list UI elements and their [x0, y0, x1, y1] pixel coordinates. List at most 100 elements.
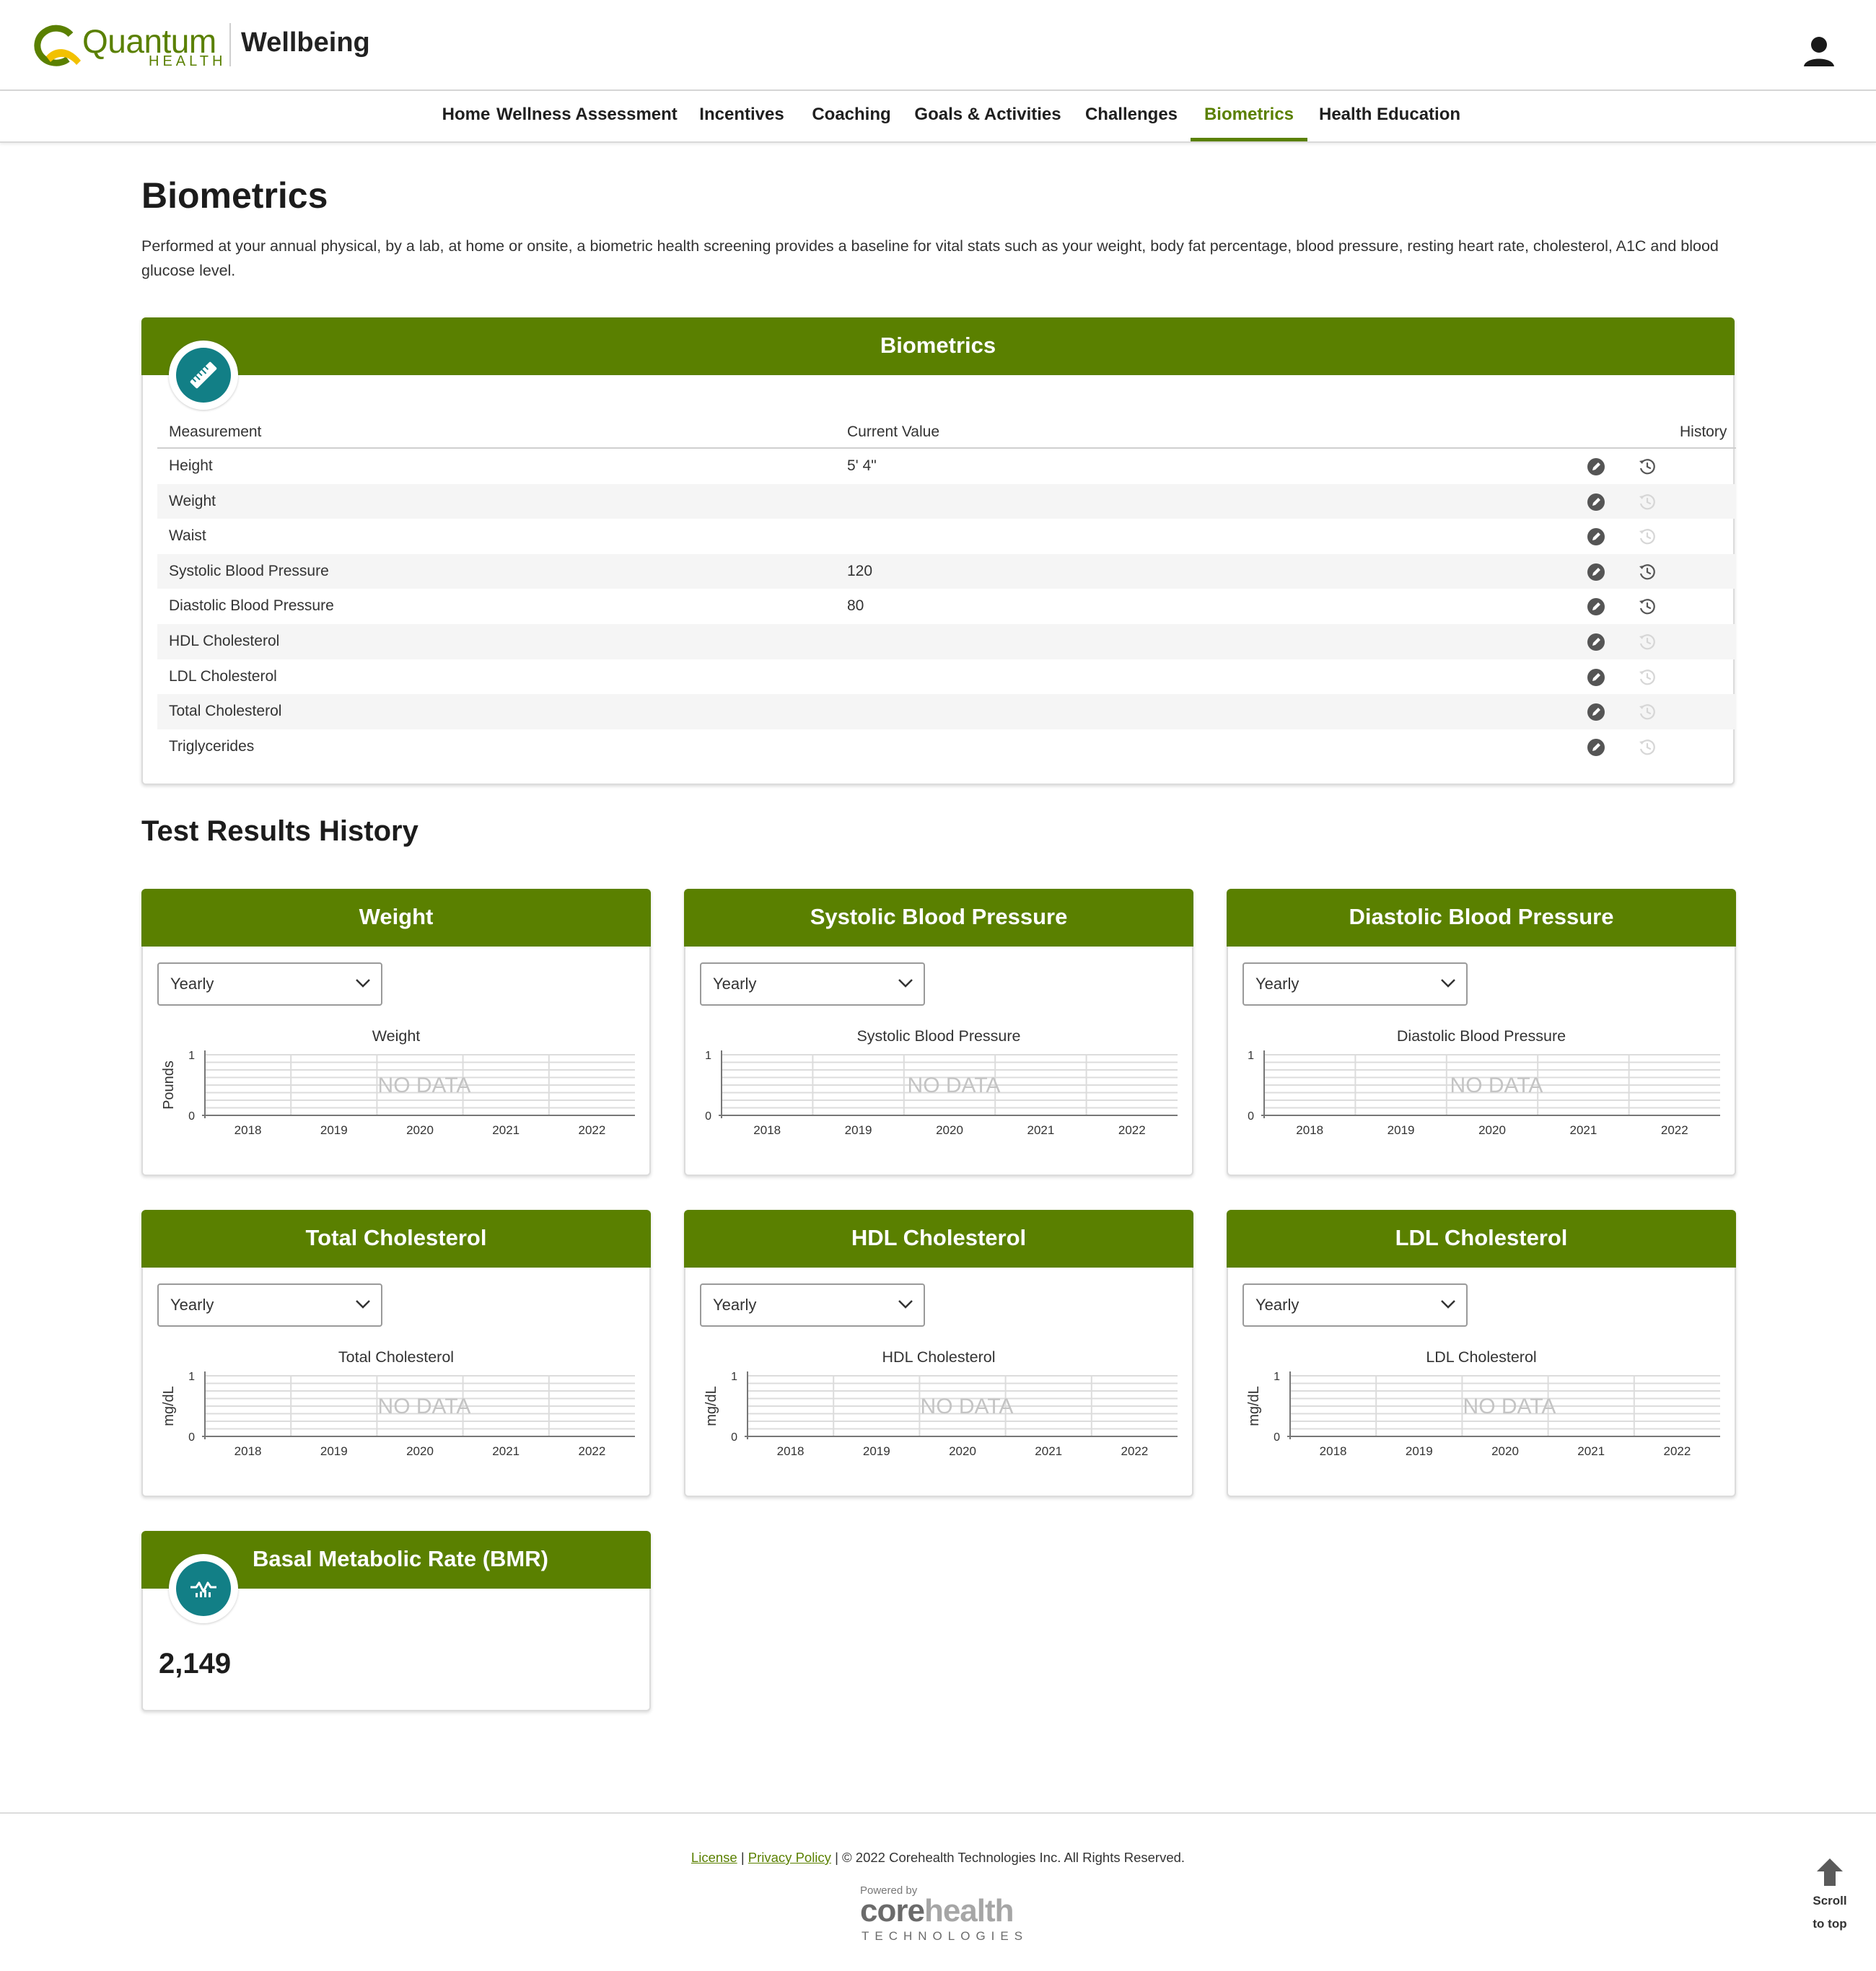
- logo-divider: [229, 23, 231, 66]
- x-tick-label: 2018: [234, 1444, 262, 1458]
- edit-icon[interactable]: [1587, 458, 1605, 475]
- nav-goals-activities[interactable]: Goals & Activities: [913, 91, 1062, 141]
- y-tick-label: 1: [1248, 1050, 1254, 1062]
- edit-icon[interactable]: [1587, 563, 1605, 581]
- x-tick-label: 2018: [1320, 1444, 1347, 1458]
- y-tick-label: 1: [188, 1371, 195, 1383]
- x-tick-label: 2022: [578, 1444, 605, 1458]
- history-icon: [1639, 493, 1655, 509]
- current-value: 5' 4": [847, 457, 877, 474]
- scroll-label-1: Scroll: [1813, 1894, 1847, 1908]
- biometrics-badge: [169, 341, 238, 410]
- current-value: 80: [847, 597, 864, 615]
- y-tick-label: 1: [731, 1371, 737, 1383]
- privacy-policy-link[interactable]: Privacy Policy: [748, 1850, 831, 1865]
- y-tick-label: 0: [188, 1110, 195, 1123]
- x-tick-label: 2022: [1661, 1123, 1688, 1137]
- ruler-icon: [190, 361, 217, 389]
- no-data-label: NO DATA: [908, 1074, 1001, 1097]
- quantum-health-logo[interactable]: Quantum HEALTH: [33, 22, 235, 69]
- chart-card: HDL Cholesterol Yearly HDL Cholesterol 0 1 20…: [684, 1210, 1193, 1497]
- user-avatar-icon[interactable]: [1801, 33, 1837, 69]
- y-axis-label: mg/dL: [1246, 1386, 1262, 1426]
- biometrics-card-title: Biometrics: [141, 317, 1735, 375]
- x-tick-label: 2020: [406, 1123, 434, 1137]
- nav-challenges[interactable]: Challenges: [1081, 91, 1182, 141]
- footer-separator: |: [740, 1850, 745, 1865]
- top-bar: Quantum HEALTH Wellbeing: [0, 0, 1876, 91]
- nav-biometrics[interactable]: Biometrics: [1191, 91, 1307, 141]
- edit-icon[interactable]: [1587, 738, 1605, 756]
- y-tick-label: 0: [188, 1431, 195, 1444]
- y-axis-label: mg/dL: [161, 1386, 177, 1426]
- current-value: 120: [847, 562, 873, 579]
- x-tick-label: 2022: [578, 1123, 605, 1137]
- y-axis-label: Pounds: [161, 1061, 177, 1110]
- y-tick-label: 0: [1274, 1431, 1280, 1444]
- x-tick-label: 2019: [1406, 1444, 1433, 1458]
- y-tick-label: 1: [1274, 1371, 1280, 1383]
- x-tick-label: 2019: [1388, 1123, 1415, 1137]
- chart-plot: 0 1 2018 2019 2020 2021 2022 mg/dL NO DATA: [161, 1371, 635, 1458]
- scroll-label-2: to top: [1813, 1917, 1847, 1931]
- corehealth-logo: Powered by corehealth TECHNOLOGIES: [860, 1884, 1029, 1943]
- logo-subtext: HEALTH: [149, 53, 227, 69]
- table-row: Waist: [157, 519, 1736, 554]
- edit-icon[interactable]: [1587, 703, 1605, 721]
- chart-card: Total Cholesterol Yearly Total Cholesterol…: [141, 1210, 651, 1497]
- corehealth-wordmark: corehealth: [860, 1893, 1014, 1928]
- measurement-name: Systolic Blood Pressure: [169, 562, 329, 579]
- measurement-name: HDL Cholesterol: [169, 633, 280, 649]
- technologies-text: TECHNOLOGIES: [862, 1929, 1029, 1943]
- history-icon[interactable]: [1638, 457, 1657, 476]
- x-tick-label: 2019: [320, 1123, 348, 1137]
- x-tick-label: 2021: [1035, 1444, 1062, 1458]
- nav-incentives[interactable]: Incentives: [693, 91, 791, 141]
- nav-coaching[interactable]: Coaching: [805, 91, 898, 141]
- x-tick-label: 2019: [845, 1123, 872, 1137]
- y-tick-label: 1: [188, 1050, 195, 1062]
- heart-rate-chart-icon: [190, 1581, 216, 1597]
- measurement-name: Diastolic Blood Pressure: [169, 597, 334, 615]
- history-icon: [1639, 634, 1655, 650]
- x-tick-label: 2021: [1577, 1444, 1605, 1458]
- app-title: Wellbeing: [241, 27, 370, 58]
- x-tick-label: 2020: [936, 1123, 963, 1137]
- chart-card: Weight Yearly Weight 0 1 2018 2019 2020 2021 2022…: [141, 889, 651, 1176]
- edit-icon[interactable]: [1587, 633, 1605, 651]
- y-tick-label: 0: [731, 1431, 737, 1444]
- bmr-value: 2,149: [159, 1648, 232, 1680]
- copyright-text: © 2022 Corehealth Technologies Inc. All …: [842, 1850, 1185, 1865]
- table-header: Measurement Current Value History: [157, 420, 1736, 449]
- quantum-logo-mark: [34, 25, 81, 66]
- scroll-to-top-button[interactable]: Scroll to top: [1802, 1854, 1857, 1941]
- y-tick-label: 0: [1248, 1110, 1254, 1123]
- table-row: LDL Cholesterol: [157, 659, 1736, 695]
- history-icon[interactable]: [1638, 563, 1657, 581]
- edit-icon[interactable]: [1587, 598, 1605, 616]
- measurement-name: Height: [169, 457, 213, 474]
- table-row: Triglycerides: [157, 729, 1736, 765]
- edit-icon[interactable]: [1587, 668, 1605, 686]
- license-link[interactable]: License: [691, 1850, 737, 1865]
- biometrics-card: Biometrics Measurement Current Value His…: [141, 317, 1736, 785]
- table-row: Height 5' 4": [157, 449, 1736, 484]
- chart-plot: 0 1 2018 2019 2020 2021 2022 NO DATA: [1248, 1050, 1720, 1137]
- x-tick-label: 2018: [777, 1444, 805, 1458]
- y-axis-label: mg/dL: [704, 1386, 719, 1426]
- edit-icon[interactable]: [1587, 493, 1605, 511]
- nav-wellness-assessment[interactable]: Wellness Assessment: [496, 91, 678, 141]
- x-tick-label: 2021: [492, 1444, 520, 1458]
- x-tick-label: 2018: [753, 1123, 781, 1137]
- x-tick-label: 2019: [320, 1444, 348, 1458]
- measurement-name: Weight: [169, 492, 216, 509]
- nav-health-education[interactable]: Health Education: [1319, 91, 1460, 141]
- history-icon[interactable]: [1638, 597, 1657, 616]
- no-data-label: NO DATA: [921, 1395, 1014, 1418]
- footer-separator: |: [835, 1850, 838, 1865]
- edit-icon[interactable]: [1587, 528, 1605, 546]
- chart-plot: 0 1 2018 2019 2020 2021 2022 Pounds NO DATA: [161, 1050, 635, 1137]
- no-data-label: NO DATA: [378, 1074, 471, 1097]
- x-tick-label: 2019: [863, 1444, 890, 1458]
- chart-card: Systolic Blood Pressure Yearly Systolic Bl…: [684, 889, 1193, 1176]
